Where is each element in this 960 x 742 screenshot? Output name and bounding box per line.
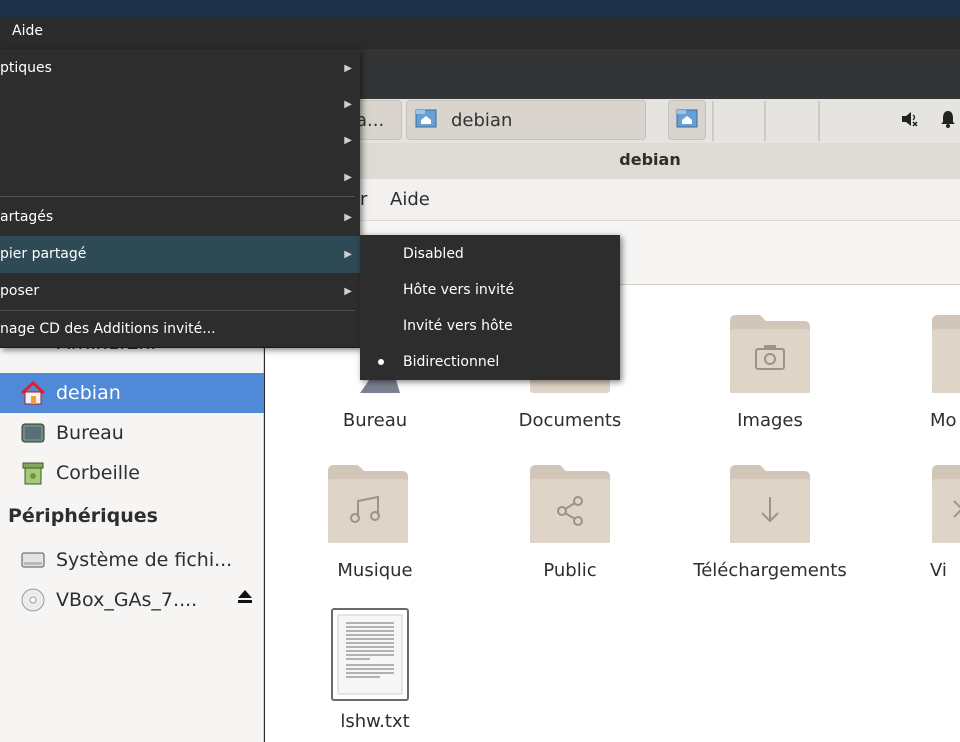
submenu-item-guest-to-host[interactable]: Invité vers hôte	[360, 308, 620, 344]
file-item-modeles[interactable]: Mo	[880, 313, 960, 435]
menu-fragment[interactable]: r	[360, 189, 367, 210]
file-label: Documents	[518, 410, 622, 431]
file-label: Bureau	[342, 410, 408, 431]
menu-item-dossiers-partages[interactable]: artagés ▶	[0, 199, 360, 236]
file-item-musique[interactable]: Musique	[280, 463, 460, 585]
submenu-item-label: Invité vers hôte	[403, 318, 513, 334]
file-label: Mo	[930, 410, 957, 431]
sidebar-item-label: VBox_GAs_7....	[56, 589, 198, 611]
submenu-item-label: Hôte vers invité	[403, 282, 515, 298]
submenu-arrow-icon: ▶	[344, 172, 352, 183]
optical-disc-icon	[20, 587, 46, 613]
taskbar-task-debian-label: debian	[451, 109, 513, 131]
menu-item-2[interactable]: ▶	[0, 86, 360, 123]
submenu-arrow-icon: ▶	[344, 135, 352, 146]
window-title: debian	[340, 143, 960, 179]
menu-item-insert-guest-additions[interactable]: nage CD des Additions invité...	[0, 311, 360, 348]
file-label: lshw.txt	[340, 711, 410, 732]
taskbar-separator	[764, 101, 766, 141]
shared-clipboard-submenu: Disabled Hôte vers invité Invité vers hô…	[360, 235, 620, 380]
notification-bell-icon[interactable]	[940, 109, 956, 133]
menu-item-label: artagés	[0, 209, 54, 225]
file-label: Images	[737, 410, 803, 431]
submenu-item-host-to-guest[interactable]: Hôte vers invité	[360, 272, 620, 308]
submenu-arrow-icon: ▶	[344, 99, 352, 110]
folder-home-icon	[415, 108, 437, 133]
home-icon	[20, 380, 46, 406]
harddisk-icon	[20, 547, 46, 573]
menu-item-3[interactable]: ▶	[0, 122, 360, 159]
submenu-item-label: Bidirectionnel	[403, 354, 500, 370]
menu-item-label: poser	[0, 283, 40, 299]
submenu-item-label: Disabled	[403, 246, 464, 262]
submenu-arrow-icon: ▶	[344, 249, 352, 260]
submenu-item-bidirectional[interactable]: Bidirectionnel	[360, 344, 620, 380]
places-sidebar: Ordinateur debian Bureau Corbeille Périp…	[0, 285, 264, 742]
guest-taskbar: ia... debian	[328, 99, 960, 143]
submenu-item-disabled[interactable]: Disabled	[360, 236, 620, 272]
sidebar-item-home[interactable]: debian	[0, 373, 264, 413]
host-menubar: Aide	[0, 17, 960, 49]
workspace-switcher-1[interactable]	[668, 100, 706, 140]
sidebar-section-devices: Périphériques	[8, 505, 158, 527]
submenu-arrow-icon: ▶	[344, 63, 352, 74]
volume-muted-icon[interactable]	[900, 110, 920, 132]
file-item-videos[interactable]: Vi	[880, 463, 960, 585]
templates-folder-icon	[932, 313, 960, 393]
text-file-icon	[330, 607, 410, 702]
menu-item-label: nage CD des Additions invité...	[0, 321, 216, 337]
file-item-public[interactable]: Public	[480, 463, 660, 585]
menu-item-presse-papier-partage[interactable]: pier partagé ▶	[0, 236, 360, 273]
workspace-icon	[676, 108, 698, 133]
menu-aide[interactable]: Aide	[390, 189, 430, 210]
window-menubar: r Aide	[340, 179, 960, 221]
sidebar-item-label: Corbeille	[56, 462, 140, 484]
taskbar-task-debian[interactable]: debian	[406, 100, 646, 140]
sidebar-item-label: Bureau	[56, 422, 124, 444]
menu-separator	[0, 196, 355, 197]
images-folder-icon	[730, 313, 810, 393]
downloads-folder-icon	[730, 463, 810, 543]
trash-icon	[20, 460, 46, 486]
file-label: Téléchargements	[693, 560, 847, 581]
menu-aide[interactable]: Aide	[12, 23, 43, 39]
menu-item-4[interactable]: ▶	[0, 159, 360, 196]
radio-selected-icon	[378, 359, 384, 365]
virtualbox-menu: ptiques ▶ ▶ ▶ ▶ artagés ▶ pier partagé ▶…	[0, 49, 360, 348]
sidebar-item-bureau[interactable]: Bureau	[0, 413, 264, 453]
submenu-arrow-icon: ▶	[344, 212, 352, 223]
eject-icon[interactable]	[236, 588, 254, 611]
sidebar-item-label: Système de fichi...	[56, 549, 233, 571]
file-item-lshw[interactable]: lshw.txt	[280, 607, 460, 737]
sidebar-item-filesystem[interactable]: Système de fichi...	[0, 540, 264, 580]
submenu-arrow-icon: ▶	[344, 286, 352, 297]
music-folder-icon	[328, 463, 408, 543]
host-top-bar	[0, 0, 960, 17]
menu-item-label: pier partagé	[0, 246, 87, 262]
file-label: Musique	[337, 560, 413, 581]
menu-item-label: ptiques	[0, 60, 52, 76]
file-label: Vi	[930, 560, 947, 581]
videos-folder-icon	[932, 463, 960, 543]
sidebar-item-label: debian	[56, 382, 121, 404]
menu-item-deposer[interactable]: poser ▶	[0, 273, 360, 310]
public-folder-icon	[530, 463, 610, 543]
file-label: Public	[543, 560, 597, 581]
sidebar-item-corbeille[interactable]: Corbeille	[0, 453, 264, 493]
file-item-images[interactable]: Images	[680, 313, 860, 435]
menu-item-optiques[interactable]: ptiques ▶	[0, 50, 360, 87]
taskbar-separator	[818, 101, 820, 141]
file-item-telechargements[interactable]: Téléchargements	[680, 463, 860, 585]
taskbar-separator	[712, 101, 714, 141]
sidebar-item-vbox-disc[interactable]: VBox_GAs_7....	[0, 580, 264, 620]
desktop-icon	[20, 420, 46, 446]
